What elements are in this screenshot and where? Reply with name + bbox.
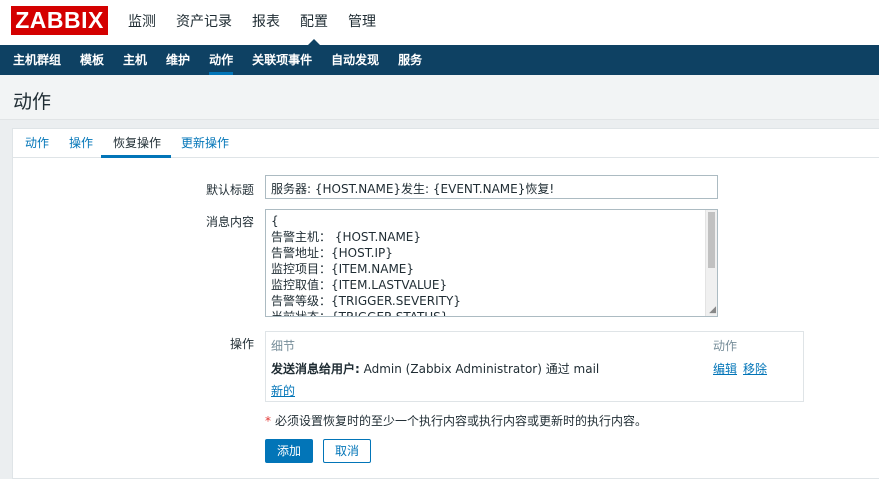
required-note-text: 必须设置恢复时的至少一个执行内容或执行内容或更新时的执行内容。 [275, 414, 648, 428]
scrollbar-thumb[interactable] [708, 212, 715, 268]
operation-type: 发送消息给用户: [271, 362, 360, 376]
add-button[interactable]: 添加 [265, 439, 313, 463]
sub-menu-item-discovery[interactable]: 自动发现 [331, 45, 379, 75]
operations-label: 操作 [229, 337, 254, 351]
main-menu-item-inventory[interactable]: 资产记录 [176, 0, 232, 45]
message-line: 告警地址：{HOST.IP} [271, 246, 393, 260]
sub-menu-item-actions[interactable]: 动作 [209, 45, 234, 75]
subject-field[interactable]: 服务器: {HOST.NAME}发生: {EVENT.NAME}恢复! [265, 175, 718, 199]
main-menu-item-reports[interactable]: 报表 [252, 0, 280, 45]
tab-bar: 动作 操作 恢复操作 更新操作 [13, 129, 879, 158]
edit-operation-link[interactable]: 编辑 [713, 360, 737, 377]
message-line: 监控取值：{ITEM.LASTVALUE} [271, 278, 448, 292]
operation-detail: Admin (Zabbix Administrator) 通过 mail [359, 362, 600, 376]
message-label: 消息内容 [205, 215, 254, 229]
sub-menu-item-templates[interactable]: 模板 [80, 45, 104, 75]
message-line: 告警主机： {HOST.NAME} [271, 230, 422, 244]
sub-menu-item-hosts[interactable]: 主机 [123, 45, 147, 75]
message-line: 监控项目：{ITEM.NAME} [271, 262, 415, 276]
tab-action[interactable]: 动作 [25, 129, 49, 157]
tab-operations[interactable]: 操作 [69, 129, 93, 157]
operations-header-action: 动作 [713, 339, 738, 353]
message-line: 当前状态：{TRIGGER.STATUS} [271, 310, 449, 317]
message-line: { [271, 214, 279, 228]
zabbix-logo[interactable]: ZABBIX [11, 6, 108, 35]
main-menu-item-monitoring[interactable]: 监测 [128, 0, 156, 45]
message-textarea[interactable]: { 告警主机： {HOST.NAME} 告警地址：{HOST.IP} 监控项目：… [265, 209, 718, 317]
page-header: 动作 [0, 75, 879, 120]
table-row: 发送消息给用户: Admin (Zabbix Administrator) 通过… [271, 360, 599, 377]
main-menu-item-configuration[interactable]: 配置 [300, 0, 328, 45]
tab-update-operations[interactable]: 更新操作 [181, 129, 229, 157]
sub-menu-item-host-groups[interactable]: 主机群组 [13, 45, 61, 75]
main-menu-item-administration[interactable]: 管理 [348, 0, 376, 45]
subject-label: 默认标题 [205, 183, 254, 197]
required-asterisk: * [265, 414, 271, 428]
sub-menu-item-services[interactable]: 服务 [398, 45, 422, 75]
sub-menu-item-correlation[interactable]: 关联项事件 [252, 45, 312, 75]
tab-recovery-operations[interactable]: 恢复操作 [101, 129, 172, 158]
message-line: 告警等级：{TRIGGER.SEVERITY} [271, 294, 461, 308]
operations-header-details: 细节 [271, 339, 296, 353]
message-content: { 告警主机： {HOST.NAME} 告警地址：{HOST.IP} 监控项目：… [271, 213, 461, 317]
form-panel: 动作 操作 恢复操作 更新操作 默认标题 服务器: {HOST.NAME}发生:… [12, 128, 879, 479]
cancel-button[interactable]: 取消 [323, 439, 371, 463]
operations-table: 细节 动作 发送消息给用户: Admin (Zabbix Administrat… [265, 331, 804, 402]
remove-operation-link[interactable]: 移除 [743, 360, 767, 377]
sub-menu-item-maintenance[interactable]: 维护 [166, 45, 190, 75]
required-note: * 必须设置恢复时的至少一个执行内容或执行内容或更新时的执行内容。 [265, 412, 647, 429]
page-title: 动作 [13, 92, 52, 113]
new-operation-link[interactable]: 新的 [271, 382, 295, 399]
sub-menu-bar: 主机群组 模板 主机 维护 动作 关联项事件 自动发现 服务 [0, 45, 879, 75]
main-menu: 监测 资产记录 报表 配置 管理 [128, 0, 396, 45]
top-bar: ZABBIX 监测 资产记录 报表 配置 管理 [0, 0, 879, 45]
textarea-scrollbar[interactable] [705, 210, 717, 316]
sub-menu: 主机群组 模板 主机 维护 动作 关联项事件 自动发现 服务 [13, 45, 441, 75]
resize-grip-icon[interactable]: ◢ [709, 306, 716, 315]
